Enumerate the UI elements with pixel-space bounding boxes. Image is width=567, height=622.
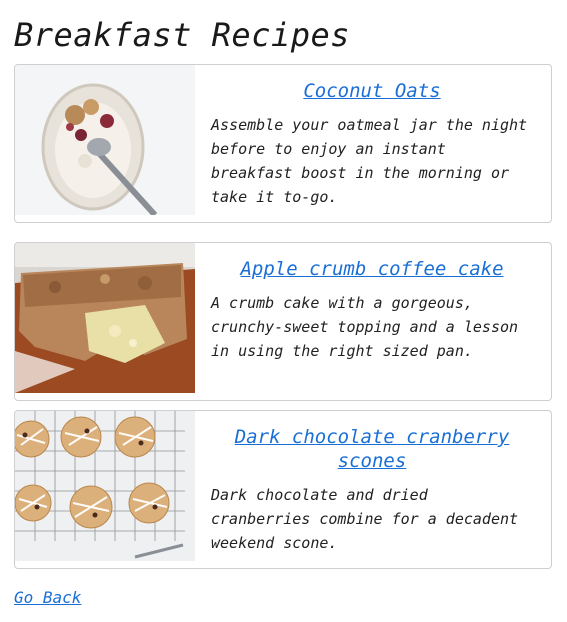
recipe-title-link[interactable]: Apple crumb coffee cake (211, 257, 533, 281)
recipe-description: Dark chocolate and dried cranberries com… (211, 486, 519, 552)
recipe-card: Dark chocolate cranberry scones Dark cho… (14, 410, 552, 569)
page-title: Breakfast Recipes (14, 16, 351, 54)
go-back-link[interactable]: Go Back (14, 588, 81, 607)
recipe-description: A crumb cake with a gorgeous, crunchy-sw… (211, 294, 519, 360)
recipe-card: Coconut Oats Assemble your oatmeal jar t… (14, 64, 552, 223)
recipe-title-link[interactable]: Coconut Oats (211, 79, 533, 103)
recipe-description: Assemble your oatmeal jar the night befo… (211, 116, 528, 206)
recipe-image-apple-crumb-coffee-cake[interactable] (15, 243, 195, 393)
recipe-image-dark-chocolate-cranberry-scones[interactable] (15, 411, 195, 561)
recipe-card: Apple crumb coffee cake A crumb cake wit… (14, 242, 552, 401)
recipe-image-coconut-oats[interactable] (15, 65, 195, 215)
recipe-title-link[interactable]: Dark chocolate cranberry scones (211, 425, 533, 473)
